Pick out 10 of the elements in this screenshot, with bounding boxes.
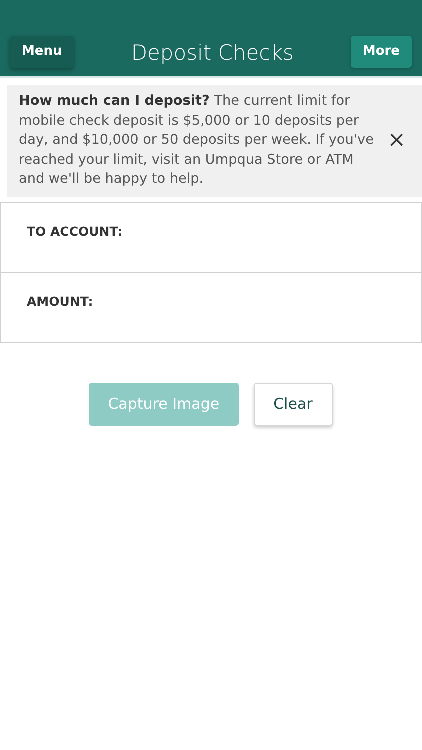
field-label: TO ACCOUNT: <box>27 224 123 238</box>
clear-button[interactable]: Clear <box>254 382 333 426</box>
more-button[interactable]: More <box>350 36 412 68</box>
close-button[interactable]: × <box>384 130 410 152</box>
menu-button[interactable]: Menu <box>10 36 74 68</box>
field-label: AMOUNT: <box>27 294 94 308</box>
form-field[interactable]: TO ACCOUNT: <box>0 202 422 272</box>
notice-text: How much can I deposit? The current limit for mobile check deposit is $5,000 or 10 deposits per day, and $10,000 or 50 deposits per week. If you've reached your limit, visit an Umpqua Store or ATM and we'll be happy to help. <box>19 92 375 189</box>
form-field[interactable]: AMOUNT: <box>0 272 422 342</box>
page-title: Deposit Checks <box>131 40 294 67</box>
